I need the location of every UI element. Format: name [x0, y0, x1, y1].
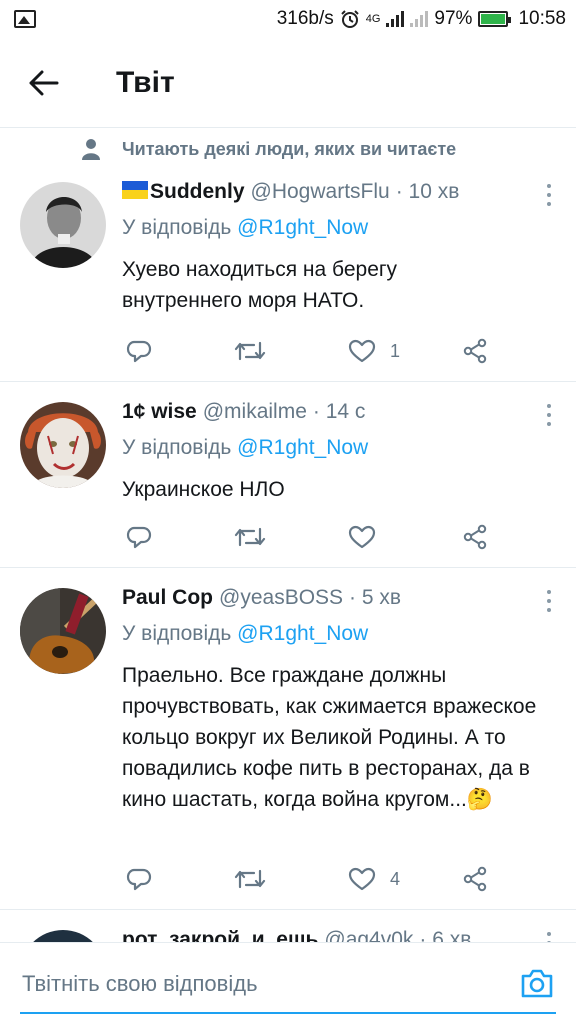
heart-icon: [348, 867, 376, 891]
reply-mention-link[interactable]: @R1ght_Now: [237, 622, 368, 645]
reply-context: У відповідь @R1ght_Now: [122, 436, 552, 460]
reply-mention-link[interactable]: @R1ght_Now: [237, 216, 368, 239]
image-notification-icon: [14, 10, 36, 28]
thinking-face-emoji: 🤔: [466, 788, 494, 811]
heart-icon: [348, 525, 376, 549]
tweet[interactable]: Suddenly @HogwartsFlu · 10 хв У відповід…: [0, 168, 576, 382]
reply-button[interactable]: [126, 525, 152, 549]
camera-button[interactable]: [520, 967, 554, 1004]
status-bar: 316b/s 4G 97% 10:58: [0, 0, 576, 38]
reply-button[interactable]: [126, 339, 152, 363]
like-count: 1: [390, 340, 401, 361]
battery-percent: 97%: [434, 8, 473, 29]
like-button[interactable]: 4: [348, 867, 400, 891]
username[interactable]: @mikailme: [203, 400, 307, 424]
avatar[interactable]: [20, 402, 106, 488]
social-context: Читають деякі люди, яких ви читаєте: [82, 138, 456, 160]
like-count: 4: [390, 868, 401, 889]
like-button[interactable]: [348, 525, 390, 549]
retweet-icon: [234, 869, 266, 889]
reply-composer[interactable]: Твітніть свою відповідь: [0, 942, 576, 1024]
tweet-text-container: Праельно. Все граждане должны прочувство…: [122, 660, 552, 815]
reply-input[interactable]: Твітніть свою відповідь: [22, 971, 258, 997]
reply-prefix: У відповідь: [122, 622, 232, 645]
battery-icon: [478, 11, 512, 27]
reply-prefix: У відповідь: [122, 436, 232, 459]
share-button[interactable]: [462, 524, 488, 550]
reply-icon: [126, 526, 152, 549]
tweet-actions: [122, 522, 502, 552]
avatar[interactable]: [20, 588, 106, 674]
tweet[interactable]: 1¢ wise @mikailme · 14 с У відповідь @R1…: [0, 382, 576, 568]
reply-context: У відповідь @R1ght_Now: [122, 622, 552, 646]
retweet-icon: [234, 341, 266, 361]
tweet-actions: 1: [122, 336, 502, 366]
avatar[interactable]: [20, 182, 106, 268]
clock: 10:58: [518, 8, 566, 29]
back-button[interactable]: [20, 59, 68, 107]
reply-icon: [126, 340, 152, 363]
signal-icon-secondary: [410, 11, 429, 27]
camera-icon: [521, 969, 553, 998]
display-name[interactable]: Suddenly: [150, 180, 245, 204]
share-button[interactable]: [462, 866, 488, 892]
network-type: 4G: [365, 13, 381, 25]
reply-prefix: У відповідь: [122, 216, 232, 239]
username[interactable]: @yeasBOSS: [219, 586, 343, 610]
timestamp[interactable]: · 10 хв: [396, 180, 460, 204]
username[interactable]: @HogwartsFlu: [251, 180, 390, 204]
network-speed: 316b/s: [276, 8, 334, 29]
more-options-button[interactable]: [546, 590, 552, 612]
display-name[interactable]: 1¢ wise: [122, 400, 197, 424]
page-title: Твіт: [116, 65, 175, 99]
signal-icon: [386, 11, 405, 27]
retweet-icon: [234, 527, 266, 547]
share-icon: [463, 866, 487, 892]
retweet-button[interactable]: [234, 867, 266, 891]
alarm-icon: [341, 10, 359, 28]
share-button[interactable]: [462, 338, 488, 364]
more-options-button[interactable]: [546, 404, 552, 426]
more-options-button[interactable]: [546, 184, 552, 206]
reply-icon: [126, 868, 152, 891]
person-icon: [82, 139, 100, 160]
reply-mention-link[interactable]: @R1ght_Now: [237, 436, 368, 459]
tweet-text: Украинское НЛО: [122, 478, 285, 501]
social-context-text: Читають деякі люди, яких ви читаєте: [122, 138, 457, 159]
tweet[interactable]: Paul Cop @yeasBOSS · 5 хв У відповідь @R…: [0, 568, 576, 910]
reply-button[interactable]: [126, 867, 152, 891]
reply-context: У відповідь @R1ght_Now: [122, 216, 552, 240]
top-app-bar: Твіт: [0, 38, 576, 128]
timestamp[interactable]: · 5 хв: [349, 586, 401, 610]
share-icon: [463, 338, 487, 364]
share-icon: [463, 524, 487, 550]
timestamp[interactable]: · 14 с: [313, 400, 366, 424]
arrow-left-icon: [29, 70, 59, 95]
like-button[interactable]: 1: [348, 339, 400, 363]
retweet-button[interactable]: [234, 339, 266, 363]
tweet-text: Хуево находиться на берегу внутреннего м…: [122, 258, 398, 312]
display-name[interactable]: Paul Cop: [122, 586, 213, 610]
ukraine-flag-emoji: [122, 181, 148, 199]
heart-icon: [348, 339, 376, 363]
retweet-button[interactable]: [234, 525, 266, 549]
input-underline: [20, 1012, 556, 1014]
tweet-actions: 4: [122, 864, 502, 894]
